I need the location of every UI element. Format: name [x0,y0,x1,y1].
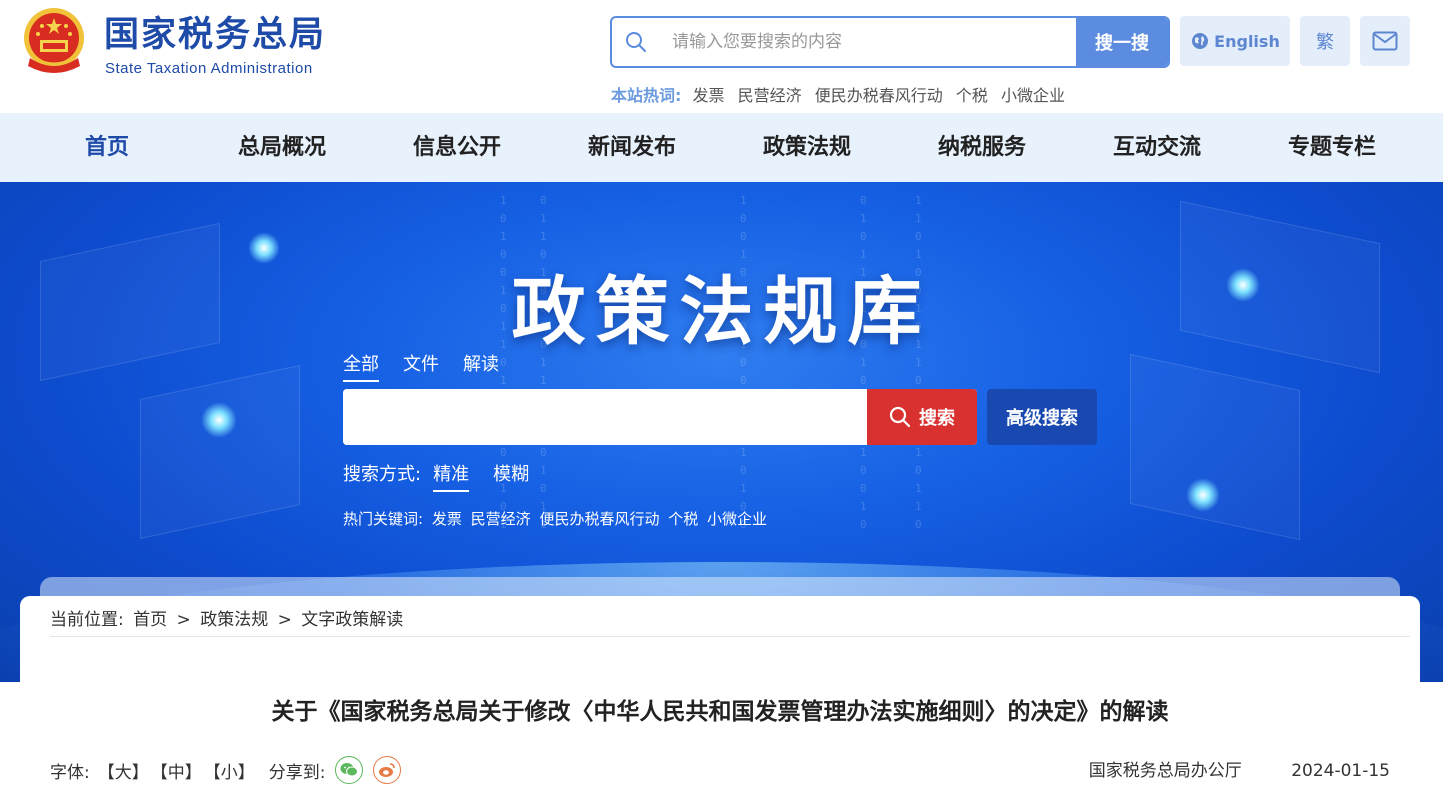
breadcrumb: 当前位置: 首页 > 政策法规 > 文字政策解读 [50,605,407,630]
breadcrumb-home[interactable]: 首页 [133,610,167,630]
light-dot-decoration [201,402,237,438]
nav-item-tax-service[interactable]: 纳税服务 [907,113,1057,182]
hot-keyword-link[interactable]: 便民办税春风行动 [539,510,659,528]
policy-search-input[interactable] [343,389,867,445]
hot-word-link[interactable]: 小微企业 [1001,86,1065,105]
hot-keyword-link[interactable]: 小微企业 [707,510,767,528]
breadcrumb-separator: > [176,610,191,630]
english-label: English [1214,31,1280,51]
hot-keyword-link[interactable]: 民营经济 [471,510,531,528]
policy-library-title: 政策法规库 [511,269,932,355]
tab-documents[interactable]: 文件 [403,350,439,382]
mail-icon [1372,31,1398,51]
breadcrumb-policy[interactable]: 政策法规 [200,610,268,630]
binary-decoration: 1001011010010110100 [740,194,747,531]
advanced-search-button[interactable]: 高级搜索 [987,389,1097,445]
hot-keywords-label: 热门关键词: [343,510,424,528]
traditional-chinese-button[interactable]: 繁 [1300,16,1350,66]
article-title: 关于《国家税务总局关于修改〈中华人民共和国发票管理办法实施细则〉的决定》的解读 [271,699,1169,725]
search-mode-fuzzy[interactable]: 模糊 [493,460,529,492]
header-search-input[interactable] [672,18,1072,66]
font-size-large[interactable]: 【大】 [98,758,149,783]
national-emblem-icon[interactable] [20,6,88,78]
share-label: 分享到: [268,762,326,783]
breadcrumb-separator: > [277,610,292,630]
search-mode-exact[interactable]: 精准 [433,460,470,492]
breadcrumb-current[interactable]: 文字政策解读 [301,610,403,630]
search-icon [626,32,646,52]
policy-search-button[interactable]: 搜索 [867,389,977,445]
article-date: 2024-01-15 [1291,761,1390,781]
binary-decoration: 1101001011010010110 [915,194,922,531]
hot-words-label: 本站热词: [611,86,682,105]
breadcrumb-label: 当前位置: [50,610,124,630]
traditional-label: 繁 [1316,32,1334,53]
mail-button[interactable] [1360,16,1410,66]
site-header: 国家税务总局 State Taxation Administration 搜一搜… [0,0,1443,113]
search-mode-label: 搜索方式: [343,464,422,485]
font-size-label: 字体: [50,762,90,783]
wechat-share-icon[interactable] [335,756,364,784]
header-search-box: 搜一搜 [610,16,1170,68]
font-size-medium[interactable]: 【中】 [151,758,202,783]
light-dot-decoration [1186,478,1220,512]
hot-word-link[interactable]: 民营经济 [738,86,802,105]
policy-search-label: 搜索 [919,408,955,429]
banner-hot-keywords: 热门关键词: 发票 民营经济 便民办税春风行动 个税 小微企业 [343,508,771,529]
hot-word-link[interactable]: 个税 [956,86,988,105]
nav-item-policy[interactable]: 政策法规 [732,113,882,182]
hot-word-link[interactable]: 发票 [693,86,725,105]
hot-keyword-link[interactable]: 个税 [668,510,698,528]
decorative-panel [1130,353,1300,541]
nav-item-info-disclosure[interactable]: 信息公开 [382,113,532,182]
globe-icon [1192,33,1209,49]
search-mode-options: 搜索方式: 精准 模糊 [343,460,553,492]
tab-all[interactable]: 全部 [343,350,379,382]
site-hot-words: 本站热词: 发票 民营经济 便民办税春风行动 个税 小微企业 [611,82,1073,106]
weibo-share-icon[interactable] [373,756,402,784]
article-card: 当前位置: 首页 > 政策法规 > 文字政策解读 关于《国家税务总局关于修改〈中… [20,596,1420,797]
policy-search-box: 搜索 [343,389,977,445]
english-version-button[interactable]: English [1180,16,1290,66]
article-tools: 字体: 【大】 【中】 【小】 分享到: [50,756,402,784]
nav-item-overview[interactable]: 总局概况 [207,113,357,182]
font-size-small[interactable]: 【小】 [204,758,255,783]
binary-decoration: 0101101001011010010 [860,194,867,531]
main-nav: 首页 总局概况 信息公开 新闻发布 政策法规 纳税服务 互动交流 专题专栏 [0,113,1443,182]
hot-keyword-link[interactable]: 发票 [432,510,462,528]
breadcrumb-divider [50,636,1410,637]
decorative-panel [140,364,300,540]
header-search-button[interactable]: 搜一搜 [1076,18,1168,66]
search-scope-tabs: 全部 文件 解读 [343,350,523,382]
site-name-chinese[interactable]: 国家税务总局 [104,14,326,56]
nav-item-home[interactable]: 首页 [32,113,182,182]
hot-word-link[interactable]: 便民办税春风行动 [815,86,943,105]
nav-item-special-topics[interactable]: 专题专栏 [1257,113,1407,182]
tab-interpretations[interactable]: 解读 [463,350,499,382]
nav-item-news[interactable]: 新闻发布 [557,113,707,182]
article-meta: 国家税务总局办公厅 2024-01-15 [1089,756,1390,781]
search-icon [889,406,911,428]
nav-item-interaction[interactable]: 互动交流 [1082,113,1232,182]
article-source: 国家税务总局办公厅 [1088,761,1242,781]
site-name-english[interactable]: State Taxation Administration [105,60,313,77]
